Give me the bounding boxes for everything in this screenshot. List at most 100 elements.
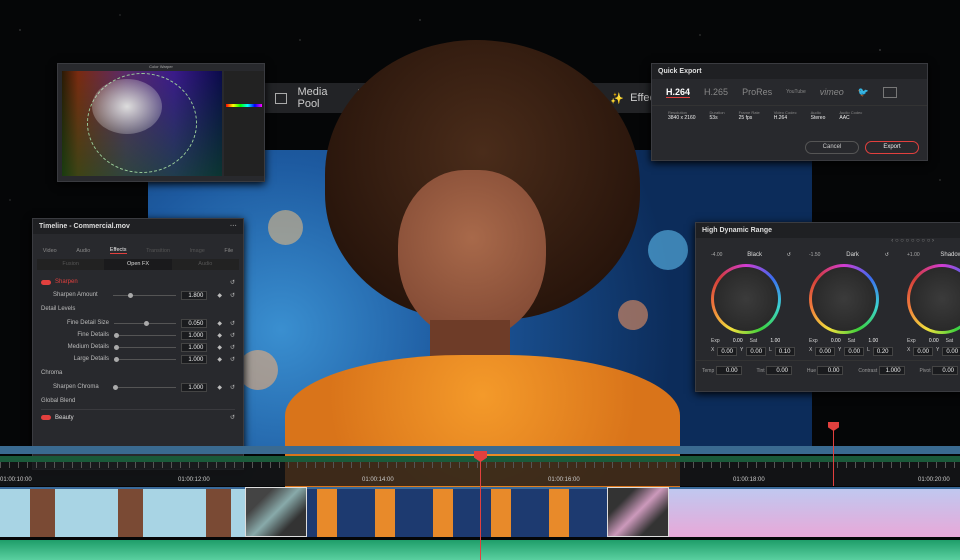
- sat-value[interactable]: [956, 338, 960, 344]
- control-value[interactable]: 1.000: [878, 366, 905, 375]
- x-value[interactable]: 0.00: [717, 347, 738, 356]
- large-details-slider[interactable]: [114, 356, 177, 362]
- tab-image[interactable]: Image: [190, 248, 205, 254]
- subtab-audio[interactable]: Audio: [172, 259, 239, 270]
- media-pool-button[interactable]: Media Pool: [297, 86, 345, 110]
- sharpen-toggle[interactable]: [41, 279, 51, 285]
- x-value[interactable]: 0.00: [815, 347, 836, 356]
- tab-transition[interactable]: Transition: [146, 248, 170, 254]
- color-warper-sidebar: [224, 71, 264, 176]
- control-value[interactable]: 0.00: [766, 366, 793, 375]
- tab-audio[interactable]: Audio: [76, 248, 90, 254]
- keyframe-icon[interactable]: ◆: [217, 320, 222, 327]
- sharpen-chroma-slider[interactable]: [113, 384, 177, 390]
- color-warper-grid[interactable]: [62, 71, 222, 176]
- reset-icon[interactable]: ↺: [230, 356, 235, 363]
- reset-icon[interactable]: ↺: [230, 320, 235, 327]
- fine-detail-size-value[interactable]: 0.050: [181, 318, 208, 328]
- color-wheel[interactable]: [711, 264, 781, 334]
- zone-value[interactable]: +1.00: [907, 252, 920, 264]
- keyframe-icon[interactable]: ◆: [217, 292, 222, 299]
- format-prores[interactable]: ProRes: [742, 87, 772, 97]
- tab-video[interactable]: Video: [43, 248, 57, 254]
- sat-value[interactable]: 1.00: [760, 338, 780, 344]
- export-settings: Resolution 3840 x 2160 Duration 53s Frame …: [652, 105, 927, 133]
- color-wheel[interactable]: [809, 264, 879, 334]
- twitter-icon[interactable]: 🐦: [858, 87, 869, 98]
- exp-value[interactable]: 0.00: [723, 338, 743, 344]
- control-value[interactable]: 0.00: [817, 366, 844, 375]
- timecode: 01:00:10:00: [0, 477, 32, 483]
- medium-details-value[interactable]: 1.000: [181, 342, 208, 352]
- fine-details-value[interactable]: 1.000: [181, 330, 208, 340]
- fine-details-slider[interactable]: [114, 332, 177, 338]
- format-youtube[interactable]: YouTube: [786, 89, 806, 95]
- more-options-icon[interactable]: ···: [230, 223, 237, 230]
- transition-clip[interactable]: [607, 487, 669, 537]
- control-value[interactable]: 0.00: [932, 366, 958, 375]
- zone-selector[interactable]: ‹ ○ ○ ○ ○ ○ ○ ○ ›: [696, 238, 960, 252]
- beauty-toggle[interactable]: [41, 415, 51, 420]
- keyframe-icon[interactable]: ◆: [217, 344, 222, 351]
- large-details-value[interactable]: 1.000: [181, 354, 208, 364]
- video-clip-fuji[interactable]: [669, 487, 960, 537]
- reset-icon[interactable]: ↺: [230, 292, 235, 299]
- medium-details-slider[interactable]: [114, 344, 177, 350]
- hdr-global-control: Contrast 1.000: [858, 366, 905, 375]
- video-clip-laughing[interactable]: [0, 487, 245, 537]
- color-wheel[interactable]: [907, 264, 960, 334]
- reset-icon[interactable]: ↺: [230, 332, 235, 339]
- reset-icon[interactable]: ↺: [230, 384, 235, 391]
- reset-icon[interactable]: ↺: [787, 252, 791, 264]
- y-value[interactable]: 0.00: [746, 347, 767, 356]
- cancel-button[interactable]: Cancel: [805, 141, 859, 154]
- exp-value[interactable]: 0.00: [919, 338, 939, 344]
- x-value[interactable]: 0.00: [913, 347, 934, 356]
- format-h265[interactable]: H.265: [704, 87, 728, 97]
- frameio-icon[interactable]: [882, 86, 897, 98]
- format-h264[interactable]: H.264: [666, 87, 691, 98]
- sharpen-chroma-value[interactable]: 1.000: [181, 382, 208, 392]
- export-field: Resolution 3840 x 2160: [668, 110, 696, 121]
- exp-value[interactable]: 0.00: [821, 338, 841, 344]
- keyframe-icon[interactable]: ◆: [217, 332, 222, 339]
- keyframe-icon[interactable]: ◆: [217, 356, 222, 363]
- video-clip-portrait[interactable]: [307, 487, 607, 537]
- export-field: Audio Codec AAC: [839, 110, 863, 121]
- hdr-global-control: Pivot 0.00: [919, 366, 958, 375]
- l-value[interactable]: 0.10: [774, 347, 795, 356]
- effect-beauty[interactable]: Beauty: [55, 415, 230, 421]
- tab-file[interactable]: File: [224, 248, 233, 254]
- medium-details-label: Medium Details: [67, 344, 109, 350]
- tab-effects[interactable]: Effects: [109, 247, 127, 254]
- sharpen-amount-value[interactable]: 1.800: [181, 290, 208, 300]
- exp-label: Exp: [711, 338, 720, 344]
- l-value[interactable]: 0.20: [872, 347, 893, 356]
- exp-label: Exp: [809, 338, 818, 344]
- control-value[interactable]: 0.00: [715, 366, 742, 375]
- reset-icon[interactable]: ↺: [230, 344, 235, 351]
- control-label: Temp: [702, 368, 715, 374]
- chroma-section[interactable]: Chroma: [41, 370, 62, 376]
- reset-icon[interactable]: ↺: [230, 279, 235, 286]
- format-vimeo[interactable]: vimeo: [820, 87, 844, 97]
- global-blend-section[interactable]: Global Blend: [41, 398, 75, 404]
- reset-icon[interactable]: ↺: [230, 414, 235, 421]
- sharpen-chroma-label: Sharpen Chroma: [53, 384, 99, 390]
- fine-detail-size-slider[interactable]: [114, 320, 177, 326]
- effects-icon: ✨: [610, 92, 625, 105]
- sharpen-amount-slider[interactable]: [113, 292, 177, 298]
- reset-icon[interactable]: ↺: [885, 252, 889, 264]
- detail-levels-section[interactable]: Detail Levels: [41, 306, 75, 312]
- y-value[interactable]: 0.00: [942, 347, 960, 356]
- zone-value[interactable]: -4.00: [711, 252, 722, 264]
- subtab-openfx[interactable]: Open FX: [104, 259, 172, 270]
- subtab-fusion[interactable]: Fusion: [37, 259, 104, 270]
- keyframe-icon[interactable]: ◆: [217, 384, 222, 391]
- y-value[interactable]: 0.00: [844, 347, 865, 356]
- transition-clip[interactable]: [245, 487, 307, 537]
- zone-value[interactable]: -1.50: [809, 252, 820, 264]
- export-button[interactable]: Export: [865, 141, 919, 154]
- sat-value[interactable]: 1.00: [858, 338, 878, 344]
- effect-sharpen[interactable]: Sharpen: [55, 279, 230, 285]
